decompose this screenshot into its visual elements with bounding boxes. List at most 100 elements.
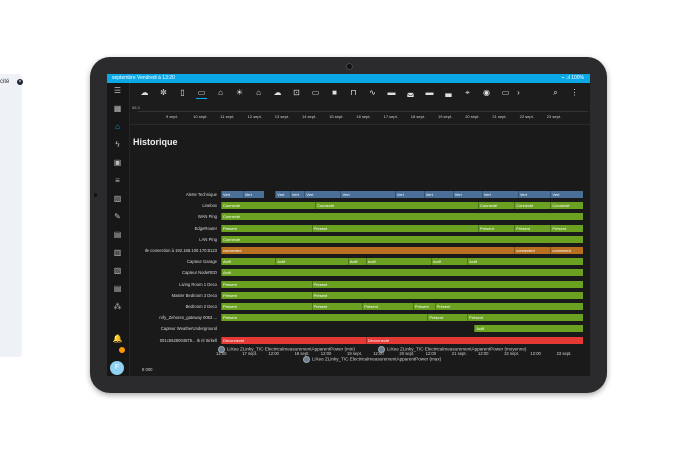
history-segment[interactable]: Connecté [315, 202, 478, 210]
history-segment[interactable]: Présent [221, 303, 312, 310]
history-segment[interactable]: connected [221, 247, 515, 254]
notifications-icon[interactable]: 🔔 [112, 333, 123, 344]
wrench-icon[interactable]: ✎ [112, 211, 123, 222]
list-icon[interactable]: ≡ [112, 175, 123, 186]
history-segment[interactable]: Présent [514, 224, 551, 232]
history-segment[interactable]: Présent [427, 314, 468, 322]
sun-icon[interactable]: ☀ [234, 87, 245, 98]
media-icon[interactable]: ▭ [500, 87, 511, 98]
network-icon[interactable]: ⁂ [112, 301, 123, 312]
history-segment[interactable]: Connecté [221, 202, 316, 210]
menu-icon[interactable]: ☰ [112, 85, 123, 96]
search-icon[interactable]: ⌕ [550, 87, 561, 98]
history-segment[interactable]: Actif [430, 258, 468, 266]
stove-icon[interactable]: ▬ [386, 87, 397, 98]
history-row-label: Capteur Garage [186, 259, 217, 265]
history-segment[interactable]: Vert [275, 191, 290, 198]
chevron-right-icon[interactable]: › [513, 87, 524, 98]
history-segment[interactable]: Actif [365, 258, 431, 266]
history-bar: Actif Actif Actif Actif Actif Actif [221, 258, 583, 266]
history-segment[interactable]: Actif [467, 258, 583, 266]
history-segment[interactable]: Vert [221, 191, 243, 198]
history-bar: Actif [221, 269, 583, 277]
legend-item-max[interactable]: LiXee ZLinky_TIC ElectricalmeasurementAp… [303, 356, 441, 363]
history-segment[interactable]: Déconnecté [221, 336, 366, 344]
home-icon[interactable]: ⌂ [215, 87, 226, 98]
fan-icon[interactable]: ✼ [158, 87, 169, 98]
location-icon[interactable]: ⌖ [462, 87, 473, 98]
history-segment[interactable]: Vert [304, 191, 341, 198]
history-segment[interactable]: Déconnecté [365, 336, 583, 344]
energy-icon[interactable]: ϟ [112, 139, 123, 150]
history-segment[interactable]: Connecté [550, 202, 583, 210]
tablet-frame: septembre Vendredi à 13:20 ⌁ .ıl 100% ☰ … [90, 57, 607, 393]
dashboard-icon[interactable]: ▦ [112, 103, 123, 114]
history-segment[interactable]: Actif [221, 269, 583, 277]
image-icon[interactable]: ▨ [112, 193, 123, 204]
vr-icon[interactable]: ▭ [310, 87, 321, 98]
history-segment[interactable]: connected [550, 247, 583, 254]
car-icon[interactable]: ⊡ [291, 87, 302, 98]
history-segment[interactable]: Présent [362, 303, 413, 310]
history-segment[interactable]: Présent [221, 280, 312, 288]
history-segment[interactable]: Vert [423, 191, 453, 198]
notes-icon[interactable]: ▤ [112, 229, 123, 240]
logbook-icon[interactable]: ▤ [112, 283, 123, 294]
history-segment[interactable]: Vert [394, 191, 424, 198]
history-segment[interactable]: Vert [481, 191, 518, 198]
history-segment[interactable]: Présent [550, 224, 583, 232]
server-icon[interactable]: ▥ [112, 247, 123, 258]
history-segment[interactable]: Présent [478, 224, 515, 232]
history-segment[interactable]: Vert [517, 191, 551, 198]
history-segment[interactable]: Présent [434, 303, 583, 310]
history-bar: Présent Présent Présent Présent Présent [221, 224, 583, 232]
history-segment[interactable]: Présent [311, 291, 583, 299]
history-segment[interactable]: Vert [550, 191, 583, 198]
cloud-icon[interactable]: ☁ [272, 87, 283, 98]
history-segment[interactable]: Actif [347, 258, 366, 266]
garage-icon[interactable]: ⌂ [253, 87, 264, 98]
history-row-label: Capteur WeatherUnderground [160, 326, 217, 332]
sofa-icon[interactable]: ▃ [443, 87, 454, 98]
history-segment[interactable]: Actif [474, 325, 583, 333]
history-segment[interactable]: Actif [275, 258, 348, 266]
wave-icon[interactable]: ∿ [367, 87, 378, 98]
more-icon[interactable]: ⋮ [569, 87, 580, 98]
history-segment[interactable]: Présent [221, 314, 428, 322]
tv-icon[interactable]: ▭ [196, 87, 207, 99]
history-icon[interactable]: ▧ [112, 265, 123, 276]
history-segment[interactable]: Actif [221, 258, 276, 266]
legend-item-moyenne[interactable]: LiXee ZLinky_TIC ElectricalmeasurementAp… [378, 346, 526, 353]
avatar[interactable]: F [110, 361, 124, 375]
eye-icon[interactable]: ◉ [481, 87, 492, 98]
history-bar: Présent Présent Présent [221, 314, 583, 322]
history-segment[interactable]: Présent [311, 280, 583, 288]
history-segment[interactable]: connected [514, 247, 551, 254]
bed-icon[interactable]: ▬ [424, 87, 435, 98]
person-icon[interactable]: ▣ [112, 157, 123, 168]
phone-icon[interactable]: ▯ [177, 87, 188, 98]
history-segment[interactable]: Connecté [221, 235, 583, 243]
close-icon[interactable]: × [17, 79, 23, 85]
history-segment[interactable]: Présent [311, 224, 479, 232]
legend-item-min[interactable]: LiXee ZLinky_TIC ElectricalmeasurementAp… [218, 346, 355, 353]
history-segment[interactable]: Présent [412, 303, 435, 310]
history-segment[interactable]: Connecté [478, 202, 515, 210]
lamp-icon[interactable]: ⊓ [348, 87, 359, 98]
history-segment[interactable]: Présent [221, 224, 312, 232]
history-segment[interactable]: Connecté [514, 202, 551, 210]
history-segment[interactable]: Vert [242, 191, 265, 198]
weather-icon[interactable]: ☁ [139, 87, 150, 98]
history-segment[interactable]: Vert [452, 191, 482, 198]
history-segment[interactable]: Vert [340, 191, 395, 198]
home-icon[interactable]: ⌂ [112, 121, 123, 132]
history-segment[interactable]: Présent [311, 303, 363, 310]
timeline-tick: 19 sept. [438, 114, 453, 119]
camera-icon[interactable]: ■ [329, 87, 340, 98]
history-segment[interactable]: Vert [289, 191, 305, 198]
bathtub-icon[interactable]: ◛ [405, 87, 416, 98]
history-bar: Présent Présent [221, 280, 583, 288]
history-segment[interactable]: Présent [467, 314, 583, 322]
history-segment[interactable]: Présent [221, 291, 312, 299]
history-segment[interactable]: Connecté [221, 213, 583, 221]
